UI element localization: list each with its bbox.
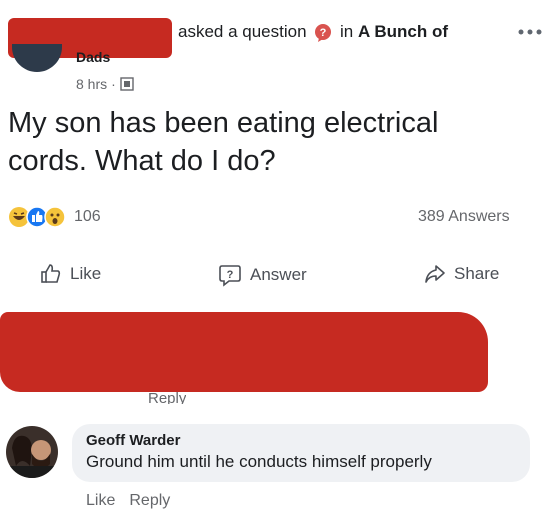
like-button[interactable]: Like (40, 263, 101, 285)
question-line-1: My son has been eating electrical (8, 107, 439, 139)
reactions-count: 106 (74, 208, 101, 225)
share-button[interactable]: Share (424, 263, 499, 285)
post-meta: 8 hrs · (76, 76, 134, 92)
globe-icon (120, 77, 134, 91)
question-text: My son has been eating electrical cords.… (8, 104, 438, 180)
answer-button[interactable]: ? Answer (218, 263, 307, 287)
post-header-text: asked a question ? in A Bunch of (178, 22, 448, 43)
more-options-icon[interactable] (516, 22, 544, 42)
svg-text:?: ? (320, 27, 327, 39)
group-prefix: in (340, 22, 354, 41)
question-line-2: cords. What do I do? (8, 145, 276, 177)
like-icon (40, 263, 62, 285)
comment-actions: Like Reply (86, 492, 170, 510)
commenter-avatar[interactable] (6, 426, 58, 478)
redacted-comment-reply[interactable]: Reply (148, 392, 186, 404)
comment-author[interactable]: Geoff Warder (86, 432, 516, 449)
comment-reply-link[interactable]: Reply (129, 492, 170, 510)
wow-icon (44, 206, 66, 228)
answer-label: Answer (250, 265, 307, 284)
answers-count[interactable]: 389 Answers (418, 208, 510, 226)
svg-text:?: ? (227, 269, 234, 281)
redacted-comment (0, 312, 488, 392)
asked-question-text: asked a question (178, 22, 307, 41)
comment-bubble: Geoff Warder Ground him until he conduct… (72, 424, 530, 482)
group-name-link[interactable]: A Bunch of (358, 22, 448, 41)
share-icon (424, 263, 446, 285)
comment-text: Ground him until he conducts himself pro… (86, 452, 432, 471)
comment-like-link[interactable]: Like (86, 492, 115, 510)
reactions-summary[interactable]: 106 (8, 206, 101, 228)
like-label: Like (70, 264, 102, 283)
share-label: Share (454, 264, 500, 283)
question-badge-icon: ? (313, 23, 333, 43)
group-name-tail[interactable]: Dads (76, 50, 110, 62)
post-time[interactable]: 8 hrs (76, 76, 107, 92)
author-avatar (12, 44, 62, 72)
answer-icon: ? (218, 263, 242, 287)
meta-separator: · (111, 76, 116, 92)
